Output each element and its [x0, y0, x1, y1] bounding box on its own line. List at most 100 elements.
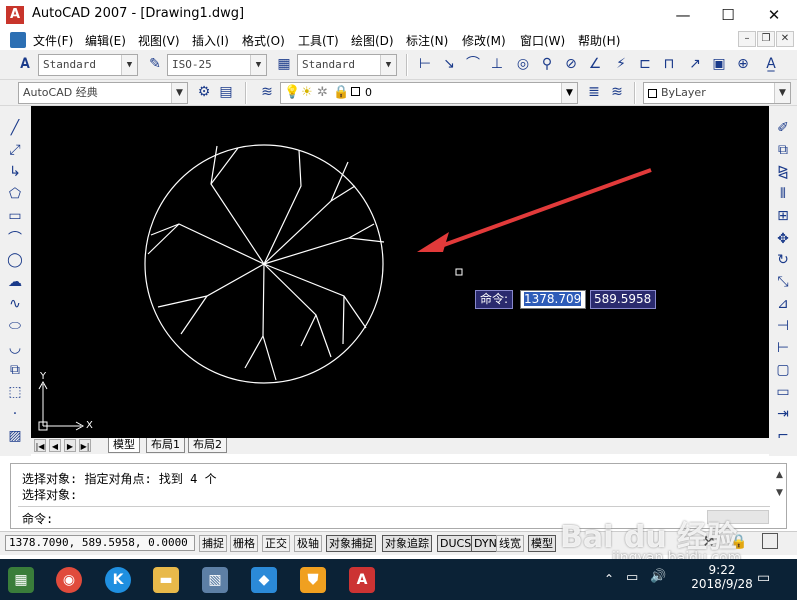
- document-icon[interactable]: [10, 32, 26, 48]
- linear-dimension-icon[interactable]: ⊢: [414, 53, 436, 75]
- menu-format[interactable]: 格式(O): [242, 32, 285, 49]
- point-icon[interactable]: ·: [4, 403, 26, 425]
- erase-icon[interactable]: ✐: [772, 117, 794, 139]
- stretch-icon[interactable]: ⊿: [772, 293, 794, 315]
- security-shield-icon[interactable]: ⛊: [300, 567, 326, 593]
- circle-icon[interactable]: ◯: [4, 249, 26, 271]
- ortho-toggle[interactable]: 正交: [262, 535, 290, 552]
- spline-icon[interactable]: ∿: [4, 293, 26, 315]
- mdi-close-button[interactable]: ✕: [776, 31, 794, 47]
- array-icon[interactable]: ⊞: [772, 205, 794, 227]
- snap-toggle[interactable]: 捕捉: [199, 535, 227, 552]
- messenger-icon[interactable]: ◆: [251, 567, 277, 593]
- menu-modify[interactable]: 修改(M): [462, 32, 506, 49]
- polyline-icon[interactable]: ↳: [4, 161, 26, 183]
- lineweight-toggle[interactable]: 线宽: [496, 535, 524, 552]
- notification-icon[interactable]: ▭: [757, 570, 770, 586]
- volume-icon[interactable]: 🔊: [650, 569, 666, 584]
- clean-screen-button[interactable]: [762, 533, 778, 549]
- chevron-down-icon[interactable]: ▼: [121, 55, 137, 75]
- menu-file[interactable]: 文件(F): [33, 32, 73, 49]
- radius-dimension-icon[interactable]: ◎: [512, 53, 534, 75]
- osnap-toggle[interactable]: 对象捕捉: [326, 535, 376, 552]
- otrack-toggle[interactable]: 对象追踪: [382, 535, 432, 552]
- join-icon[interactable]: ▭: [772, 381, 794, 403]
- chrome-icon[interactable]: ◉: [56, 567, 82, 593]
- coordinate-display[interactable]: 1378.7090, 589.5958, 0.0000: [5, 535, 195, 551]
- chevron-down-icon[interactable]: ▼: [250, 55, 266, 75]
- autocad-app-icon[interactable]: A: [6, 6, 24, 24]
- arc-icon[interactable]: ⌒: [4, 228, 26, 250]
- menu-tools[interactable]: 工具(T): [298, 32, 339, 49]
- menu-help[interactable]: 帮助(H): [578, 32, 620, 49]
- jogged-dimension-icon[interactable]: ⚲: [536, 53, 558, 75]
- make-block-icon[interactable]: ⬚: [4, 381, 26, 403]
- angular-dimension-icon[interactable]: ∠: [584, 53, 606, 75]
- fillet-icon[interactable]: ⌐: [772, 425, 794, 447]
- next-tab-button[interactable]: ▶: [64, 439, 76, 452]
- make-current-layer-icon[interactable]: ≣: [583, 81, 605, 103]
- quick-leader-icon[interactable]: ↗: [684, 53, 706, 75]
- workspace-select[interactable]: AutoCAD 经典 ▼: [18, 82, 188, 104]
- ellipse-arc-icon[interactable]: ◡: [4, 337, 26, 359]
- taskbar-clock[interactable]: 9:22 2018/9/28: [690, 563, 754, 591]
- first-tab-button[interactable]: |◀: [34, 439, 46, 452]
- insert-block-icon[interactable]: ⧉: [4, 359, 26, 381]
- color-select[interactable]: ByLayer ▼: [643, 82, 791, 104]
- move-icon[interactable]: ✥: [772, 228, 794, 250]
- tab-model[interactable]: 模型: [108, 438, 140, 453]
- construction-line-icon[interactable]: ⤢: [4, 139, 26, 161]
- revision-cloud-icon[interactable]: ☁: [4, 271, 26, 293]
- layer-manager-icon[interactable]: ≋: [256, 81, 278, 103]
- chamfer-icon[interactable]: ⇥: [772, 403, 794, 425]
- diameter-dimension-icon[interactable]: ⊘: [560, 53, 582, 75]
- network-icon[interactable]: ▭: [626, 570, 638, 585]
- menu-window[interactable]: 窗口(W): [520, 32, 565, 49]
- continue-dimension-icon[interactable]: ⊓: [658, 53, 680, 75]
- winrar-icon[interactable]: ▦: [8, 567, 34, 593]
- layer-select[interactable]: 💡 ☀ ✲ 🔒 0 ▼: [280, 82, 578, 104]
- hatch-icon[interactable]: ▨: [4, 425, 26, 447]
- mdi-restore-button[interactable]: ❐: [757, 31, 775, 47]
- trim-icon[interactable]: ⊣: [772, 315, 794, 337]
- baseline-dimension-icon[interactable]: ⊏: [634, 53, 656, 75]
- command-prompt[interactable]: 命令:: [22, 510, 53, 527]
- table-style-icon[interactable]: ▦: [273, 53, 295, 75]
- menu-draw[interactable]: 绘图(D): [351, 32, 394, 49]
- polar-toggle[interactable]: 极轴: [294, 535, 322, 552]
- mirror-icon[interactable]: ⧎: [772, 161, 794, 183]
- dim-style-select[interactable]: ISO-25 ▼: [167, 54, 267, 76]
- dim-style-icon[interactable]: ✎: [144, 53, 166, 75]
- workspace-settings-icon[interactable]: ⚙: [193, 81, 215, 103]
- polygon-icon[interactable]: ⬠: [4, 183, 26, 205]
- menu-edit[interactable]: 编辑(E): [85, 32, 126, 49]
- file-explorer-icon[interactable]: ▬: [153, 567, 179, 593]
- scale-icon[interactable]: ⤡: [772, 271, 794, 293]
- aligned-dimension-icon[interactable]: ↘: [438, 53, 460, 75]
- text-style-select[interactable]: Standard ▼: [38, 54, 138, 76]
- rectangle-icon[interactable]: ▭: [4, 205, 26, 227]
- k-app-icon[interactable]: K: [105, 567, 131, 593]
- dynamic-input-y[interactable]: 589.5958: [590, 290, 656, 309]
- dynamic-input-x[interactable]: 1378.709: [520, 290, 586, 309]
- ducs-toggle[interactable]: DUCS: [437, 535, 475, 552]
- text-style-icon[interactable]: 𝐀: [14, 53, 36, 75]
- layer-previous-icon[interactable]: ≋: [606, 81, 628, 103]
- chevron-down-icon[interactable]: ▼: [774, 83, 790, 103]
- drawing-canvas[interactable]: [31, 106, 769, 438]
- ordinate-dimension-icon[interactable]: ⊥: [486, 53, 508, 75]
- save-workspace-icon[interactable]: ▤: [215, 81, 237, 103]
- tab-layout2[interactable]: 布局2: [188, 438, 227, 453]
- model-toggle[interactable]: 模型: [528, 535, 556, 552]
- copy-icon[interactable]: ⧉: [772, 139, 794, 161]
- break-icon[interactable]: ▢: [772, 359, 794, 381]
- offset-icon[interactable]: ⫴: [772, 183, 794, 205]
- menu-view[interactable]: 视图(V): [138, 32, 180, 49]
- last-tab-button[interactable]: ▶|: [79, 439, 91, 452]
- quick-dimension-icon[interactable]: ⚡: [610, 53, 632, 75]
- chevron-down-icon[interactable]: ▼: [561, 83, 577, 103]
- prev-tab-button[interactable]: ◀: [49, 439, 61, 452]
- table-style-select[interactable]: Standard ▼: [297, 54, 397, 76]
- grid-toggle[interactable]: 栅格: [230, 535, 258, 552]
- menu-dimension[interactable]: 标注(N): [406, 32, 448, 49]
